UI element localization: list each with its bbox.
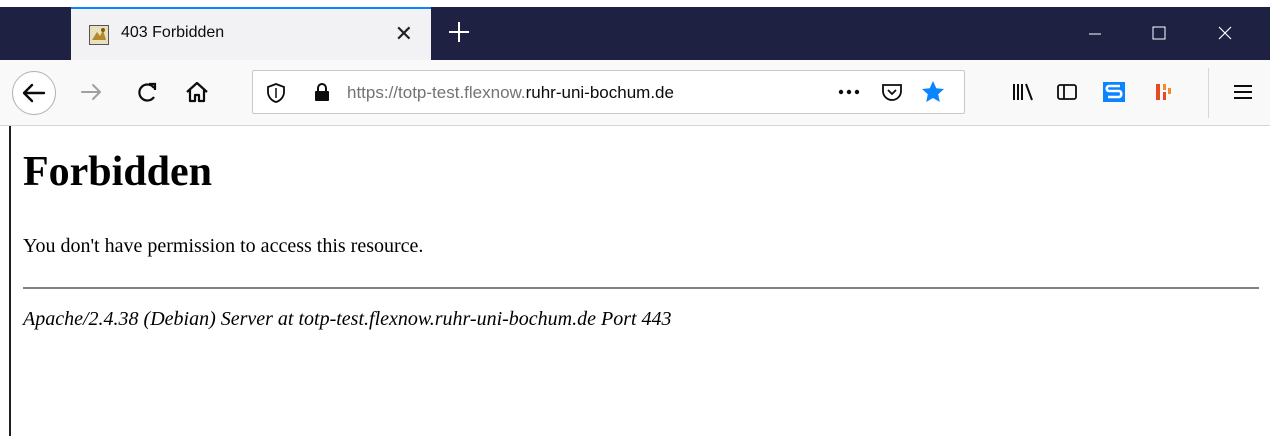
tracking-shield-icon[interactable] (265, 82, 287, 109)
url-bar[interactable]: https://totp-test.flexnow.ruhr-uni-bochu… (252, 70, 965, 114)
page-actions-icon[interactable] (835, 81, 863, 108)
url-domain: ruhr-uni-bochum.de (525, 83, 674, 102)
sidebar-icon[interactable] (1052, 77, 1082, 107)
hamburger-menu-icon[interactable] (1228, 77, 1258, 107)
extension-icon[interactable] (1148, 77, 1178, 107)
sync-extension-icon[interactable] (1099, 77, 1129, 107)
tab-close-icon[interactable]: ✕ (395, 20, 413, 48)
favicon-icon (89, 25, 109, 45)
maximize-icon[interactable] (1128, 7, 1188, 60)
page-content: Forbidden You don't have permission to a… (0, 127, 1270, 436)
top-strip (0, 0, 1270, 7)
nav-bar: https://totp-test.flexnow.ruhr-uni-bochu… (0, 60, 1270, 126)
minimize-icon[interactable] (1064, 7, 1124, 60)
forward-icon[interactable] (76, 77, 106, 107)
new-tab-icon[interactable] (444, 15, 474, 49)
close-window-icon[interactable] (1195, 7, 1255, 60)
reload-icon[interactable] (132, 77, 162, 107)
server-signature: Apache/2.4.38 (Debian) Server at totp-te… (23, 308, 672, 330)
divider (23, 287, 1259, 289)
back-button[interactable] (12, 71, 56, 115)
tab-bar: 403 Forbidden ✕ (0, 7, 1270, 60)
toolbar-separator (1208, 68, 1209, 118)
url-text: https://totp-test.flexnow.ruhr-uni-bochu… (347, 83, 674, 103)
bookmark-star-icon[interactable] (920, 79, 946, 110)
tab-active[interactable]: 403 Forbidden ✕ (71, 7, 431, 60)
library-icon[interactable] (1008, 77, 1038, 107)
error-message: You don't have permission to access this… (23, 235, 424, 257)
home-icon[interactable] (182, 77, 212, 107)
url-prefix: https://totp-test.flexnow. (347, 83, 526, 102)
page-title: Forbidden (23, 149, 213, 195)
lock-icon[interactable] (311, 81, 333, 108)
tab-title: 403 Forbidden (121, 24, 225, 41)
pocket-icon[interactable] (880, 80, 904, 109)
